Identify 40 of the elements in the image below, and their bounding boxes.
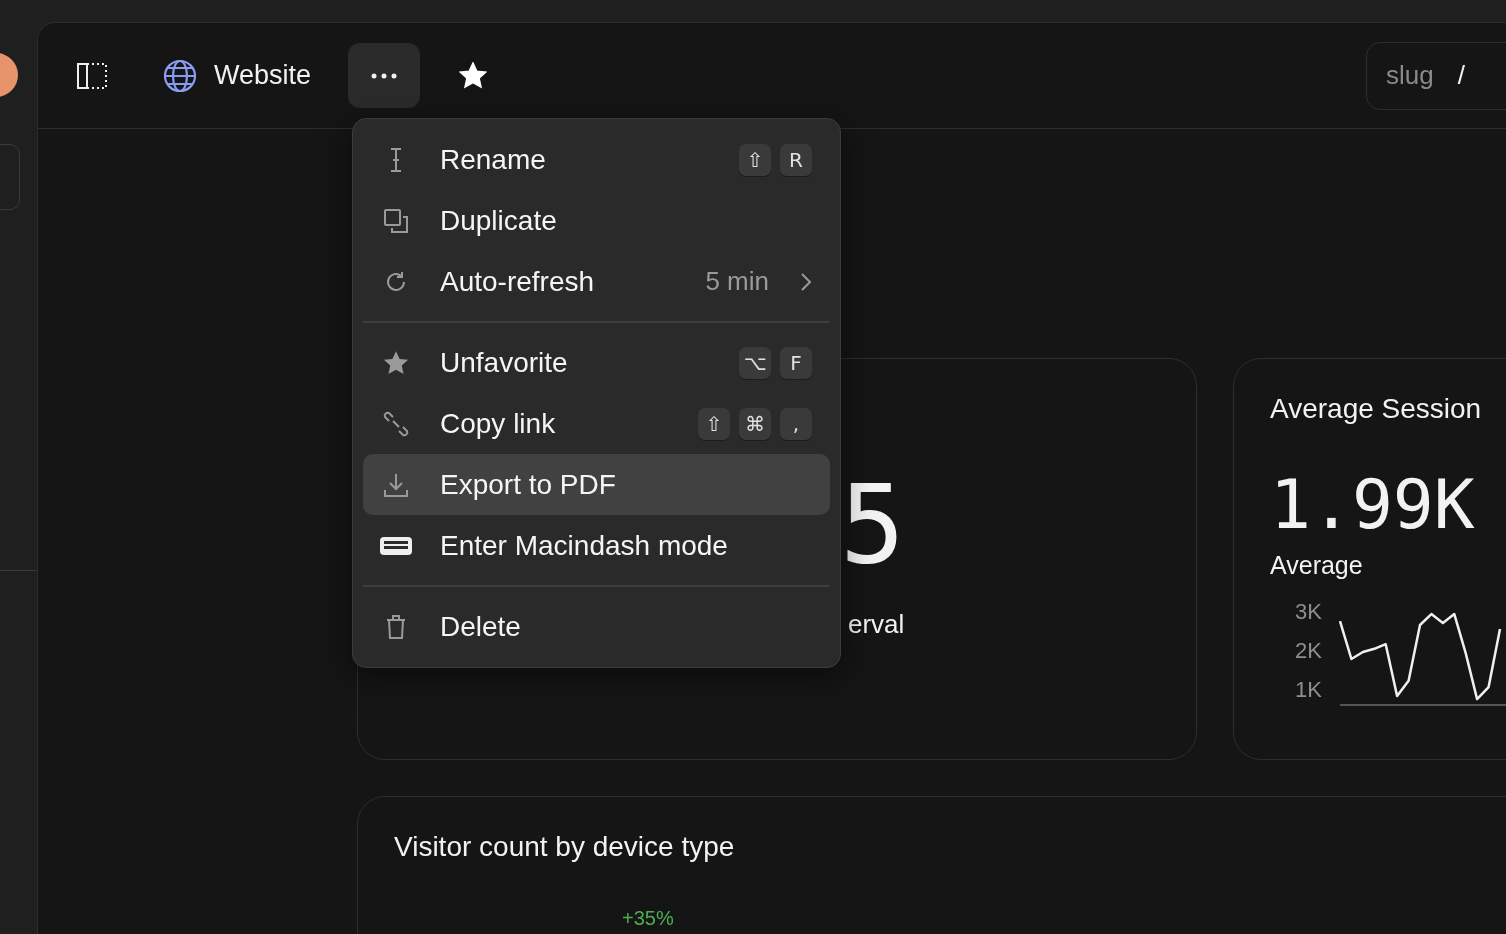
favorite-star-icon[interactable] bbox=[459, 62, 488, 89]
duplicate-icon bbox=[383, 207, 409, 234]
change-label: +35% bbox=[622, 907, 674, 930]
star-icon bbox=[382, 349, 410, 376]
refresh-icon bbox=[384, 269, 408, 294]
axis-tick-label: 3K bbox=[1295, 599, 1322, 624]
menu-item[interactable]: Delete bbox=[363, 596, 830, 657]
globe-icon bbox=[163, 58, 197, 93]
menu-item-value: 5 min bbox=[705, 266, 769, 297]
stat-caption: erval bbox=[848, 609, 905, 640]
menu-item[interactable]: Rename ⇧ R bbox=[363, 129, 830, 190]
key-cap: , bbox=[780, 407, 812, 440]
more-icon bbox=[371, 72, 398, 79]
card-title: Average Session bbox=[1270, 393, 1483, 425]
menu-item[interactable]: Duplicate bbox=[363, 190, 830, 251]
text-cursor-icon bbox=[389, 146, 403, 173]
menu-item[interactable]: Auto-refresh 5 min bbox=[363, 251, 830, 312]
menu-item[interactable]: Unfavorite ⌥ F bbox=[363, 332, 830, 393]
device-icon bbox=[379, 534, 413, 557]
stat-caption: Average bbox=[1270, 551, 1363, 580]
key-cap: F bbox=[780, 346, 812, 379]
axis-tick-label: 2K bbox=[1295, 638, 1322, 663]
stat-value: 1.99K bbox=[1270, 465, 1475, 545]
key-cap: ⌘ bbox=[739, 407, 771, 440]
dashboard-title: Website bbox=[214, 60, 312, 91]
card-title: Visitor count by device type bbox=[394, 831, 736, 863]
key-cap: ⇧ bbox=[739, 143, 771, 176]
axis-tick-label: 1K bbox=[1295, 677, 1322, 702]
menu-item[interactable]: Copy link ⇧ ⌘ , bbox=[363, 393, 830, 454]
menu-item[interactable]: Export to PDF bbox=[363, 454, 830, 515]
menu-item[interactable]: Enter Macindash mode bbox=[363, 515, 830, 576]
slug-field[interactable]: slug / bbox=[1366, 41, 1506, 110]
sidebar-toggle-icon[interactable] bbox=[77, 62, 107, 89]
key-cap: ⌥ bbox=[739, 346, 771, 379]
key-cap: ⇧ bbox=[698, 407, 730, 440]
trash-icon bbox=[385, 613, 407, 640]
download-icon bbox=[383, 471, 409, 498]
link-icon bbox=[382, 409, 410, 438]
stat-value: 5 bbox=[840, 469, 906, 581]
key-cap: R bbox=[780, 143, 812, 176]
